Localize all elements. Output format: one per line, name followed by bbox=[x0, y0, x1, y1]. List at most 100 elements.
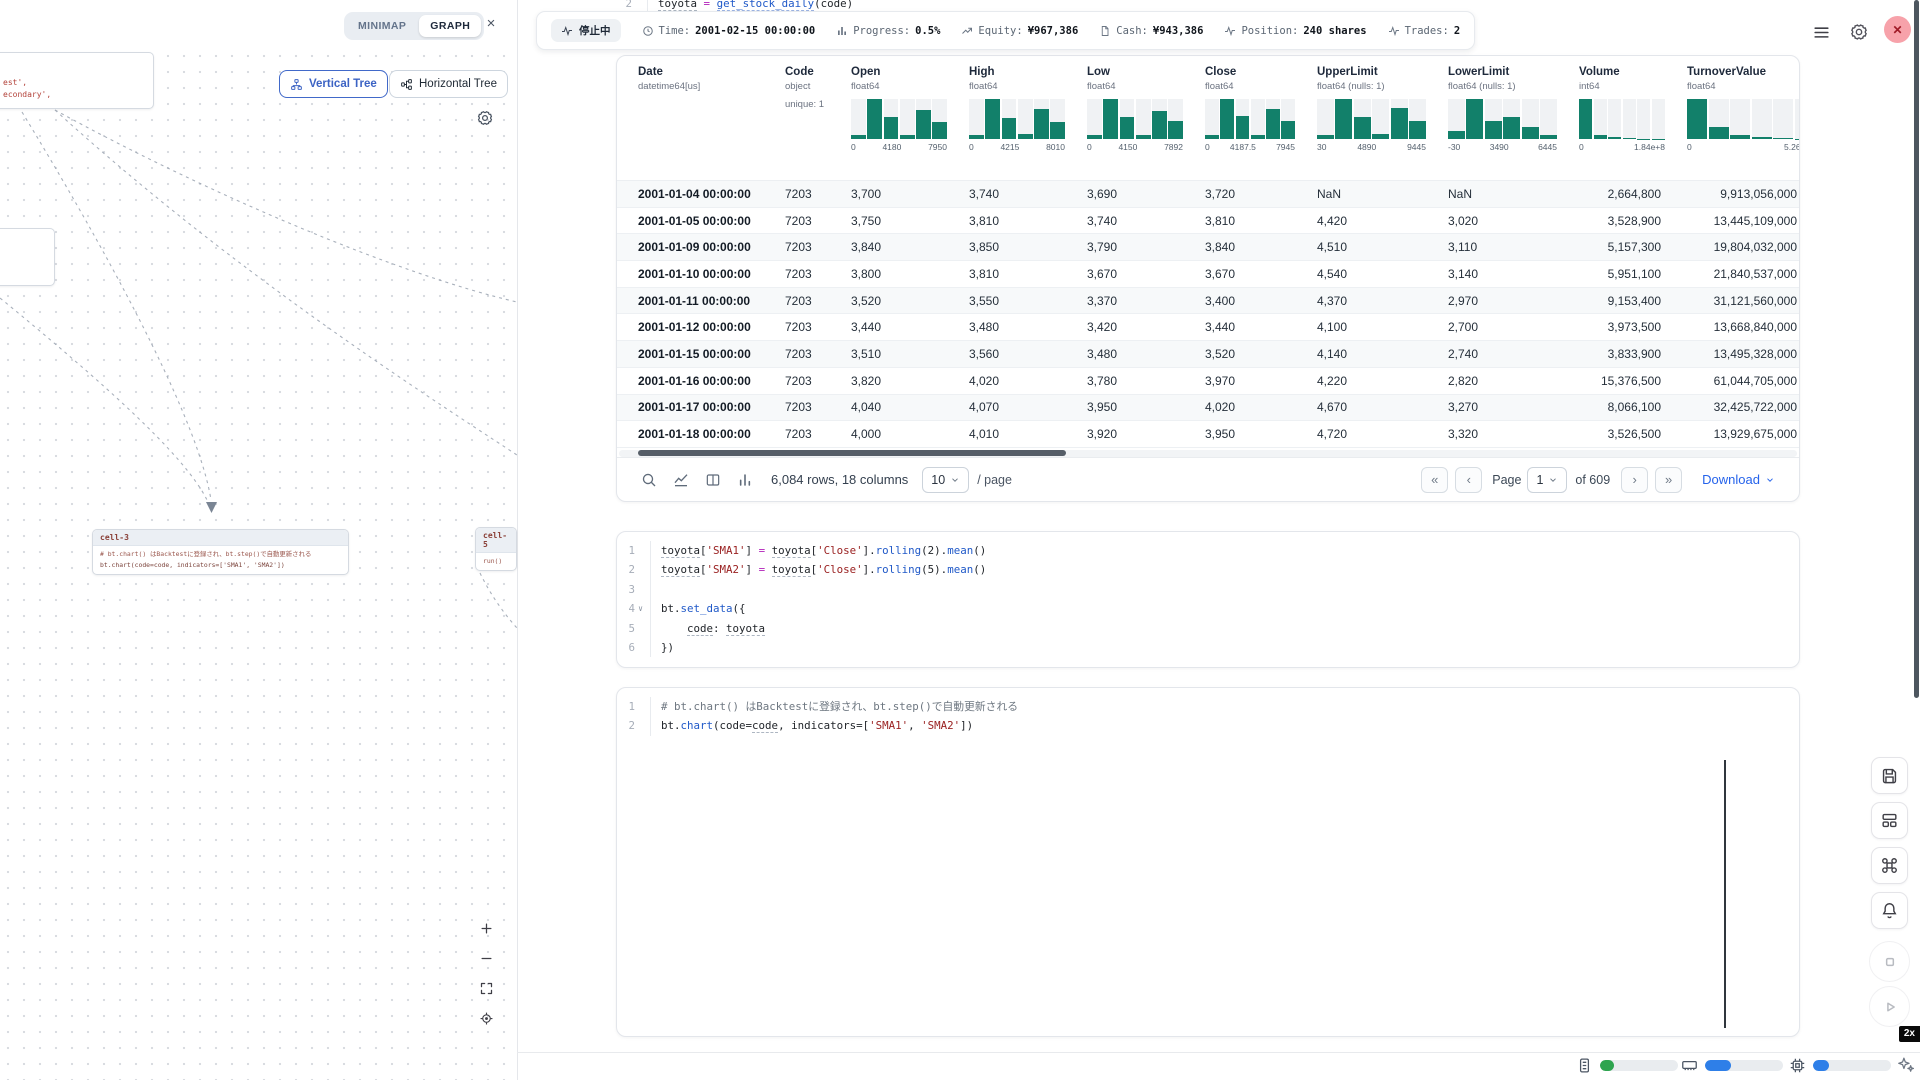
code-line[interactable]: 6}) bbox=[617, 638, 1799, 657]
cell-volume: 3,526,500 bbox=[1579, 427, 1687, 441]
equity-icon bbox=[961, 25, 973, 37]
code-line[interactable]: 1# bt.chart() はBacktestに登録され、bt.step()で自… bbox=[617, 697, 1799, 716]
cell-close: 3,970 bbox=[1205, 374, 1317, 388]
ai-sparkle-icon[interactable] bbox=[1896, 1055, 1915, 1074]
page-number-select[interactable]: 1 bbox=[1527, 467, 1567, 493]
fit-view-button[interactable] bbox=[474, 977, 498, 999]
cell-volume: 3,528,900 bbox=[1579, 214, 1687, 228]
zoom-out-button[interactable] bbox=[474, 947, 498, 969]
cell-code: 7203 bbox=[785, 427, 851, 441]
cell-high: 3,810 bbox=[969, 214, 1087, 228]
graph-node-cell-5[interactable]: cell-5 run() bbox=[475, 527, 517, 571]
column-histogram bbox=[1205, 99, 1295, 139]
meter-fill bbox=[1813, 1060, 1829, 1071]
save-button[interactable] bbox=[1871, 757, 1908, 794]
code-line[interactable]: 2toyota['SMA2'] = toyota['Close'].rollin… bbox=[617, 560, 1799, 579]
horizontal-tree-icon bbox=[400, 78, 413, 91]
status-item-time: Time:2001-02-15 00:00:00 bbox=[642, 25, 816, 37]
layout-button[interactable] bbox=[1871, 802, 1908, 839]
column-header-date[interactable]: Datedatetime64[us] bbox=[638, 66, 785, 180]
notifications-bell-button[interactable] bbox=[1871, 892, 1908, 929]
column-charts-icon[interactable] bbox=[737, 472, 753, 488]
page-size-select[interactable]: 10 bbox=[922, 467, 969, 493]
cell-turnovervalue: 19,804,032,000 bbox=[1687, 240, 1800, 254]
page-scrollbar-thumb[interactable] bbox=[1914, 0, 1919, 698]
cell-lowerlimit: 2,740 bbox=[1448, 347, 1579, 361]
cell-upperlimit: 4,100 bbox=[1317, 320, 1448, 334]
cell-low: 3,370 bbox=[1087, 294, 1205, 308]
graph-settings-gear-icon[interactable] bbox=[476, 109, 494, 127]
column-header-turnovervalue[interactable]: TurnoverValuefloat6405.26e+9 bbox=[1687, 66, 1800, 180]
horizontal-tree-button[interactable]: Horizontal Tree bbox=[389, 70, 508, 98]
cell-code: 7203 bbox=[785, 214, 851, 228]
shutdown-button[interactable]: ✕ bbox=[1884, 16, 1911, 43]
next-page-button[interactable]: › bbox=[1621, 467, 1648, 493]
meter-fill bbox=[1600, 1060, 1614, 1071]
column-header-open[interactable]: Openfloat64041807950 bbox=[851, 66, 969, 180]
column-header-close[interactable]: Closefloat6404187.57945 bbox=[1205, 66, 1317, 180]
zoom-in-button[interactable] bbox=[474, 917, 498, 939]
graph-node-cell-3[interactable]: cell-3 # bt.chart() はBacktestに登録され、bt.st… bbox=[92, 529, 349, 575]
code-line[interactable]: 3 bbox=[617, 580, 1799, 599]
stop-button[interactable] bbox=[1869, 941, 1910, 982]
cell-lowerlimit: NaN bbox=[1448, 187, 1579, 201]
search-icon[interactable] bbox=[641, 472, 657, 488]
cell-high: 4,070 bbox=[969, 400, 1087, 414]
dependency-graph-panel: est', econdary', MINIMAP GRAPH × Vertica… bbox=[0, 0, 518, 1080]
column-header-high[interactable]: Highfloat64042158010 bbox=[969, 66, 1087, 180]
cell-upperlimit: 4,510 bbox=[1317, 240, 1448, 254]
first-page-button[interactable]: « bbox=[1421, 467, 1448, 493]
line-number: 6 bbox=[617, 638, 635, 657]
code-cell-chart[interactable]: 1# bt.chart() はBacktestに登録され、bt.step()で自… bbox=[616, 687, 1800, 1037]
locate-button[interactable] bbox=[474, 1007, 498, 1029]
cell-date: 2001-01-16 00:00:00 bbox=[638, 374, 785, 388]
cell-upperlimit: 4,720 bbox=[1317, 427, 1448, 441]
download-button[interactable]: Download bbox=[1702, 472, 1775, 487]
code-line[interactable]: 5 code: toyota bbox=[617, 619, 1799, 638]
cpu-meter bbox=[1789, 1057, 1891, 1074]
graph-node-clipped-2[interactable] bbox=[0, 228, 55, 286]
tab-minimap[interactable]: MINIMAP bbox=[347, 15, 417, 37]
column-header-upperlimit[interactable]: UpperLimitfloat64 (nulls: 1)3048909445 bbox=[1317, 66, 1448, 180]
columns-view-icon[interactable] bbox=[705, 472, 721, 488]
cell-upperlimit: NaN bbox=[1317, 187, 1448, 201]
chart-view-icon[interactable] bbox=[673, 472, 689, 488]
close-panel-button[interactable]: × bbox=[482, 15, 500, 32]
status-item-cash: Cash:¥943,386 bbox=[1099, 25, 1203, 37]
cell-code: 7203 bbox=[785, 347, 851, 361]
cell-low: 3,790 bbox=[1087, 240, 1205, 254]
column-header-volume[interactable]: Volumeint6401.84e+8 bbox=[1579, 66, 1687, 180]
command-palette-button[interactable] bbox=[1871, 847, 1908, 884]
cell-date: 2001-01-18 00:00:00 bbox=[638, 427, 785, 441]
page-label: Page bbox=[1492, 473, 1521, 487]
column-header-lowerlimit[interactable]: LowerLimitfloat64 (nulls: 1)-3034906445 bbox=[1448, 66, 1579, 180]
cell-close: 4,020 bbox=[1205, 400, 1317, 414]
graph-node-clipped[interactable]: est', econdary', bbox=[0, 52, 154, 109]
menu-hamburger-icon[interactable] bbox=[1812, 23, 1831, 42]
scrollbar-thumb[interactable] bbox=[638, 450, 1066, 456]
last-page-button[interactable]: » bbox=[1655, 467, 1682, 493]
run-button[interactable] bbox=[1869, 986, 1910, 1027]
cell-turnovervalue: 61,044,705,000 bbox=[1687, 374, 1800, 388]
cell-volume: 5,951,100 bbox=[1579, 267, 1687, 281]
cell-high: 3,550 bbox=[969, 294, 1087, 308]
total-pages-label: of 609 bbox=[1575, 473, 1610, 487]
cell-upperlimit: 4,540 bbox=[1317, 267, 1448, 281]
column-header-low[interactable]: Lowfloat64041507892 bbox=[1087, 66, 1205, 180]
tab-graph[interactable]: GRAPH bbox=[419, 15, 481, 37]
code-line[interactable]: 4∨bt.set_data({ bbox=[617, 599, 1799, 618]
vertical-tree-button[interactable]: Vertical Tree bbox=[279, 70, 388, 98]
code-line[interactable]: 1toyota['SMA1'] = toyota['Close'].rollin… bbox=[617, 541, 1799, 560]
page-number-value: 1 bbox=[1536, 473, 1543, 487]
code-line[interactable]: 2bt.chart(code=code, indicators=['SMA1',… bbox=[617, 716, 1799, 735]
cell-turnovervalue: 21,840,537,000 bbox=[1687, 267, 1800, 281]
cell-turnovervalue: 9,913,056,000 bbox=[1687, 187, 1800, 201]
settings-gear-icon[interactable] bbox=[1849, 22, 1869, 42]
prev-page-button[interactable]: ‹ bbox=[1455, 467, 1482, 493]
code-cell-sma[interactable]: 1toyota['SMA1'] = toyota['Close'].rollin… bbox=[616, 531, 1800, 668]
column-header-code[interactable]: Codeobjectunique: 1 bbox=[785, 66, 851, 180]
view-mode-tabs: MINIMAP GRAPH bbox=[344, 12, 484, 40]
cell-close: 3,670 bbox=[1205, 267, 1317, 281]
cell-high: 3,850 bbox=[969, 240, 1087, 254]
table-row: 2001-01-05 00:00:0072033,7503,8103,7403,… bbox=[617, 208, 1799, 235]
